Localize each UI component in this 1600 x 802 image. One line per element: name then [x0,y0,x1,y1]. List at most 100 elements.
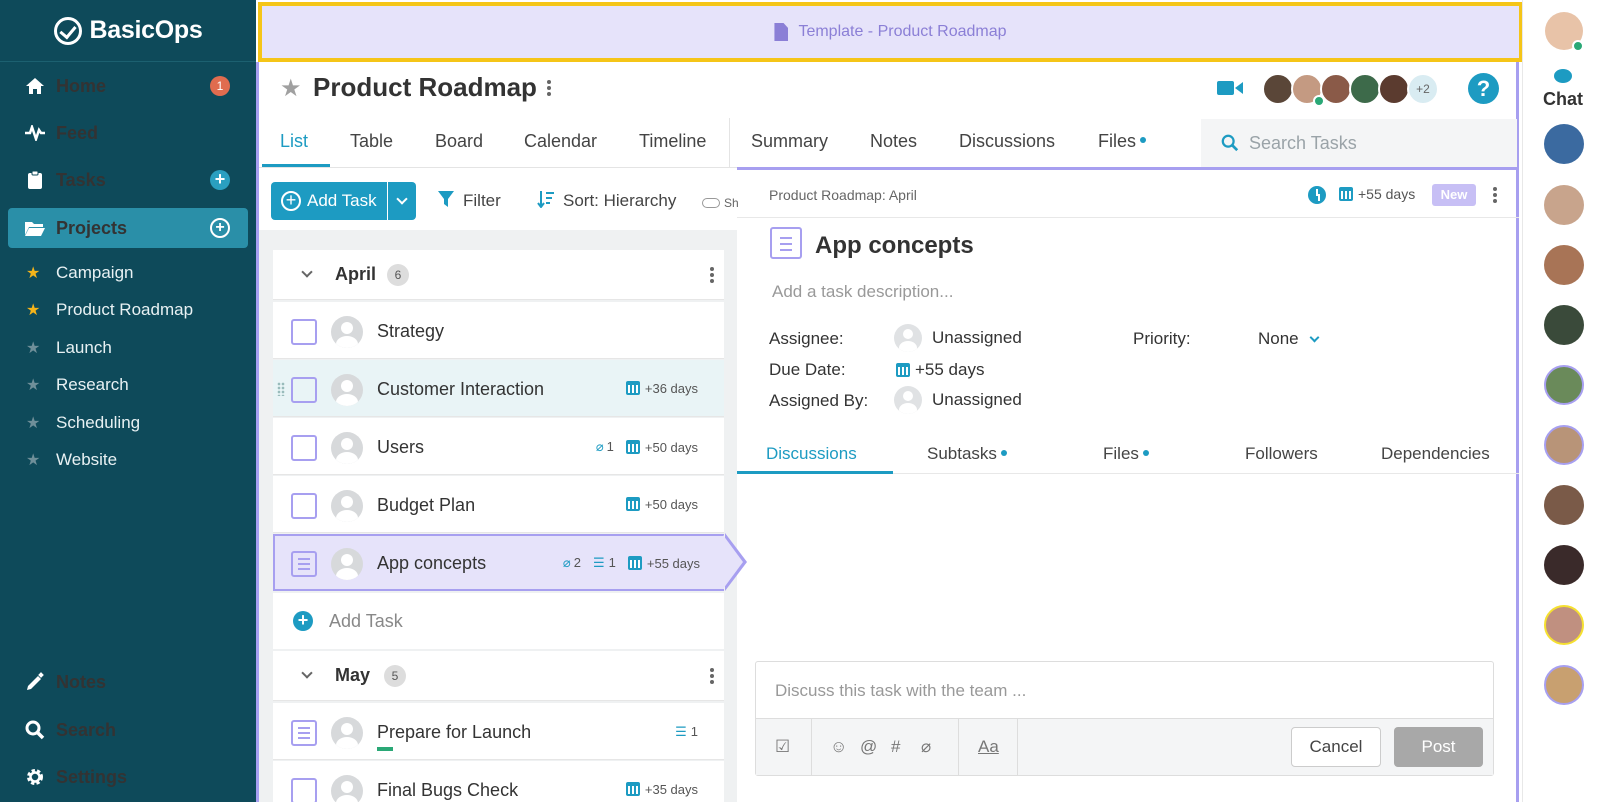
nav-settings[interactable]: Settings [8,757,248,797]
task-title[interactable]: App concepts [815,232,974,260]
assignee-avatar[interactable] [331,775,363,802]
note-task-icon[interactable] [291,720,317,746]
checkbox-icon[interactable]: ☑ [775,737,790,757]
detail-tab-files[interactable]: Files [1103,444,1149,464]
search-tasks-input[interactable]: Search Tasks [1201,119,1517,167]
add-task-button[interactable]: + Add Task [271,182,387,220]
breadcrumb[interactable]: Product Roadmap: April [769,187,917,203]
tab-timeline[interactable]: Timeline [639,131,706,152]
member-avatars[interactable]: +2 [1262,73,1439,105]
chat-user-avatar[interactable] [1544,245,1584,285]
project-website[interactable]: ★ Website [26,445,117,475]
group-menu-icon[interactable] [710,668,714,684]
task-row[interactable]: Strategy [273,302,724,359]
filter-button[interactable]: Filter [425,182,513,220]
chevron-down-icon[interactable] [301,266,313,278]
chat-user-avatar[interactable] [1544,485,1584,525]
tab-calendar[interactable]: Calendar [524,131,597,152]
sort-button[interactable]: Sort: Hierarchy [525,182,689,220]
logo[interactable]: BasicOps [0,0,256,62]
project-product-roadmap[interactable]: ★ Product Roadmap [26,295,193,325]
task-row[interactable]: Customer Interaction +36 days [273,360,724,417]
assignee-avatar[interactable] [331,717,363,749]
mention-icon[interactable]: @ [860,737,877,757]
cancel-button[interactable]: Cancel [1291,727,1381,767]
detail-tab-dependencies[interactable]: Dependencies [1381,444,1490,464]
nav-notes[interactable]: Notes [8,662,248,702]
detail-tab-subtasks[interactable]: Subtasks [927,444,1007,464]
group-menu-icon[interactable] [710,267,714,283]
group-header-april[interactable]: April 6 [273,250,724,300]
comment-input[interactable]: Discuss this task with the team ... [775,681,1026,701]
clock-icon[interactable] [1308,186,1326,204]
task-checkbox[interactable] [291,319,317,345]
task-row[interactable]: Prepare for Launch ☰ 1 [273,703,724,760]
assignee-avatar[interactable] [331,374,363,406]
group-header-may[interactable]: May 5 [273,651,724,701]
chat-user-avatar[interactable] [1544,425,1584,465]
task-row[interactable]: Users ⌀ 1 +50 days [273,418,724,475]
chat-user-avatar[interactable] [1544,124,1584,164]
post-button[interactable]: Post [1394,727,1483,767]
add-project-plus-icon[interactable]: + [210,218,230,238]
tab-summary[interactable]: Summary [751,131,828,152]
detail-tab-discussions[interactable]: Discussions [766,444,857,464]
chevron-down-icon[interactable] [301,667,313,679]
task-checkbox[interactable] [291,435,317,461]
detail-menu-icon[interactable] [1493,187,1497,203]
chat-user-avatar[interactable] [1544,305,1584,345]
assignee-avatar[interactable] [331,316,363,348]
show-toggle[interactable]: Sh [702,196,739,210]
assignee-avatar[interactable] [331,490,363,522]
task-row-selected[interactable]: App concepts ⌀ 2 ☰ 1 +55 days [273,534,724,591]
tab-notes[interactable]: Notes [870,131,917,152]
drag-handle-icon[interactable] [277,382,285,396]
assignee-avatar[interactable] [331,432,363,464]
due-date-field[interactable]: +55 days [896,360,984,380]
task-checkbox[interactable] [291,493,317,519]
tab-table[interactable]: Table [350,131,393,152]
tab-files[interactable]: Files [1098,131,1147,152]
add-task-dropdown[interactable] [388,182,416,220]
chat-user-avatar[interactable] [1544,605,1584,645]
chat-icon[interactable] [1554,69,1572,83]
chat-user-avatar[interactable] [1544,185,1584,225]
task-row[interactable]: Budget Plan +50 days [273,476,724,533]
detail-tab-followers[interactable]: Followers [1245,444,1318,464]
tab-list[interactable]: List [280,131,308,152]
nav-home[interactable]: Home 1 [8,66,248,106]
text-format-icon[interactable]: Aa [978,737,999,757]
note-task-icon[interactable] [291,551,317,577]
detail-due-date[interactable]: +55 days [1339,186,1415,202]
nav-feed[interactable]: Feed [8,113,248,153]
project-research[interactable]: ★ Research [26,370,129,400]
tab-discussions[interactable]: Discussions [959,131,1055,152]
nav-search[interactable]: Search [8,710,248,750]
add-task-plus-icon[interactable]: + [210,170,230,190]
task-description-input[interactable]: Add a task description... [772,282,953,302]
project-launch[interactable]: ★ Launch [26,333,112,363]
hashtag-icon[interactable]: # [891,737,900,757]
tab-board[interactable]: Board [435,131,483,152]
nav-tasks[interactable]: Tasks + [8,160,248,200]
assignee-field[interactable]: Unassigned [894,324,1022,352]
project-menu-icon[interactable] [547,80,551,96]
task-checkbox[interactable] [291,778,317,802]
chat-user-avatar[interactable] [1544,665,1584,705]
chat-user-avatar[interactable] [1544,545,1584,585]
chat-user-avatar[interactable] [1544,365,1584,405]
priority-select[interactable]: None [1258,329,1320,349]
paperclip-icon[interactable]: ⌀ [921,737,931,757]
project-campaign[interactable]: ★ Campaign [26,258,134,288]
emoji-icon[interactable]: ☺ [830,737,847,757]
chat-label[interactable]: Chat [1543,89,1583,110]
favorite-star-icon[interactable]: ★ [280,74,302,103]
video-call-icon[interactable] [1217,78,1243,98]
add-task-row[interactable]: + Add Task [273,593,724,649]
task-row[interactable]: Final Bugs Check +35 days [273,761,724,802]
nav-projects[interactable]: Projects + [8,208,248,248]
project-scheduling[interactable]: ★ Scheduling [26,408,140,438]
help-icon[interactable]: ? [1468,73,1499,104]
task-checkbox[interactable] [291,377,317,403]
assignee-avatar[interactable] [331,548,363,580]
